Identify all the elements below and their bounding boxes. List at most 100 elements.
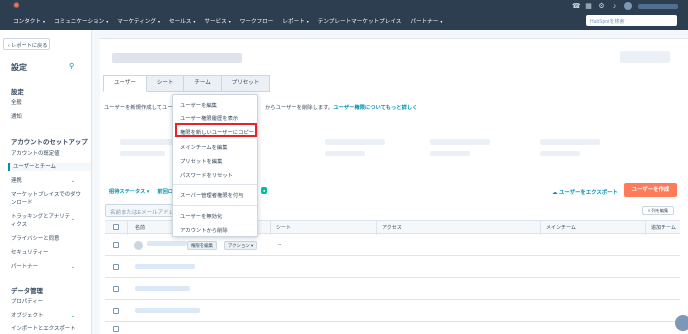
menu-communication[interactable]: コミュニケーション ▾ [54, 17, 108, 25]
column-additional-teams[interactable]: 追加チーム [651, 224, 676, 231]
top-utility-bar: ✺ ☎ ▦ ⚙ ♪ [0, 0, 688, 12]
user-name-blurred[interactable] [135, 264, 195, 269]
edit-columns-button[interactable]: ≡ 列を編集 [642, 206, 674, 215]
create-user-button[interactable]: ユーザーを作成 [624, 183, 677, 197]
column-name[interactable]: 名前 [135, 224, 145, 231]
sidebar-item-marketplace-downloads[interactable]: マーケットプレイスでのダウンロード [11, 191, 81, 207]
utility-icons: ☎ ▦ ⚙ ♪ [572, 2, 678, 10]
row-checkbox[interactable] [113, 326, 119, 332]
stat-blurred [430, 139, 490, 145]
notifications-bell-icon[interactable]: ♪ [611, 3, 618, 10]
menu-edit-user[interactable]: ユーザーを編集 [180, 101, 217, 109]
menu-deactivate-user[interactable]: ユーザーを無効化 [180, 212, 222, 220]
menu-copy-permissions-to-new-user[interactable]: 権限を新しいユーザーにコピー [180, 128, 254, 136]
search-icon[interactable]: ⚲ [69, 62, 74, 70]
tab-presets[interactable]: プリセット [221, 75, 271, 92]
back-to-reports-button[interactable]: ‹ レポートに戻る [3, 38, 50, 50]
sidebar-item-privacy-consent[interactable]: プライバシーと同意 [11, 235, 59, 243]
sidebar-item-import-export[interactable]: インポートとエクスポート [11, 325, 76, 333]
stat-blurred [325, 139, 385, 145]
menu-workflow[interactable]: ワークフロー [240, 17, 274, 25]
chevron-down-icon[interactable]: ⌄ [71, 313, 75, 319]
tab-users[interactable]: ユーザー [103, 75, 147, 92]
tab-seats[interactable]: シート [146, 75, 185, 92]
stat-blurred [120, 151, 165, 156]
section-data-management: データ管理 [11, 288, 43, 295]
tab-teams[interactable]: チーム [184, 75, 222, 92]
stat-blurred [120, 139, 180, 145]
hubspot-logo-icon[interactable]: ✺ [13, 2, 21, 10]
sidebar-item-users-and-teams[interactable]: ユーザーとチーム [8, 163, 91, 171]
column-divider [270, 221, 271, 235]
sidebar-item-partner[interactable]: パートナー [11, 263, 38, 271]
sidebar-item-security[interactable]: セキュリティー [11, 249, 48, 257]
user-name-blurred[interactable] [135, 308, 200, 313]
marketplace-icon[interactable]: ▦ [585, 3, 592, 10]
tab-bar: ユーザー シート チーム プリセット [103, 75, 271, 92]
menu-contacts[interactable]: コンタクト ▾ [13, 17, 45, 25]
table-row[interactable]: 権限を編集 アクション ▾ -- [105, 235, 680, 256]
select-all-checkbox[interactable] [113, 224, 119, 230]
sidebar-item-notifications[interactable]: 通知 [11, 113, 22, 121]
export-users-button[interactable]: ☁ ユーザーをエクスポート [552, 188, 618, 196]
top-navigation: ✺ ☎ ▦ ⚙ ♪ コンタクト ▾ コミュニケーション ▾ マーケティング ▾ セール… [0, 0, 688, 30]
column-divider [127, 221, 128, 235]
row-checkbox[interactable] [113, 242, 119, 248]
account-avatar[interactable] [624, 2, 632, 10]
sidebar-item-tracking-analytics[interactable]: トラッキングとアナリティクス [11, 213, 73, 229]
menu-grant-super-admin[interactable]: スーパー管理者権限を付与 [180, 191, 244, 199]
sidebar-item-general[interactable]: 全般 [11, 99, 22, 107]
stat-blurred [540, 139, 600, 145]
user-name-blurred[interactable] [147, 241, 187, 246]
user-name-blurred[interactable] [135, 286, 190, 291]
chevron-down-icon[interactable]: ⌄ [71, 216, 75, 222]
edit-permissions-button[interactable]: 権限を編集 [187, 241, 217, 250]
chevron-down-icon[interactable]: ⌄ [71, 264, 75, 270]
menu-remove-from-account[interactable]: アカウントから削除 [180, 226, 228, 234]
actions-button[interactable]: アクション ▾ [224, 241, 258, 250]
menu-reports[interactable]: レポート ▾ [282, 17, 308, 25]
table-row[interactable] [105, 279, 680, 300]
menu-edit-main-team[interactable]: メインチームを編集 [180, 143, 228, 151]
stat-blurred [325, 151, 365, 156]
main-menu: コンタクト ▾ コミュニケーション ▾ マーケティング ▾ セールス ▾ サービス ▾ ワ… [13, 17, 442, 25]
menu-service[interactable]: サービス ▾ [204, 17, 230, 25]
settings-sidebar: ‹ レポートに戻る 設定 ⚲ 設定 全般 通知 アカウントのセットアップ アカウ… [0, 30, 92, 334]
menu-edit-preset[interactable]: プリセットを編集 [180, 157, 222, 165]
global-search-input[interactable]: HubSpotを検索 [586, 15, 677, 26]
user-permissions-link[interactable]: ユーザー権限についてもっと詳しく [333, 105, 417, 111]
column-main-team[interactable]: メインチーム [546, 224, 576, 231]
chevron-down-icon[interactable]: ⌄ [71, 178, 75, 184]
header-action-blurred[interactable] [620, 51, 670, 63]
help-chat-icon[interactable] [675, 315, 688, 331]
row-checkbox[interactable] [113, 308, 119, 314]
menu-sales[interactable]: セールス ▾ [169, 17, 195, 25]
column-divider [645, 221, 646, 235]
column-access[interactable]: アクセス [382, 224, 402, 231]
table-row[interactable] [105, 323, 680, 334]
avatar [134, 241, 143, 250]
table-row[interactable] [105, 257, 680, 278]
account-name[interactable] [638, 3, 678, 9]
column-seat[interactable]: シート [276, 224, 291, 231]
sidebar-item-properties[interactable]: プロパティー [11, 298, 43, 306]
table-row[interactable] [105, 301, 680, 322]
settings-gear-icon[interactable]: ⚙ [598, 3, 605, 10]
column-divider [376, 221, 377, 235]
sidebar-item-integrations[interactable]: 連携 [11, 177, 22, 185]
menu-reset-password[interactable]: パスワードをリセット [180, 171, 233, 179]
sidebar-item-objects[interactable]: オブジェクト [11, 312, 43, 320]
column-divider [540, 221, 541, 235]
menu-marketing[interactable]: マーケティング ▾ [117, 17, 160, 25]
row-checkbox[interactable] [113, 264, 119, 270]
row-checkbox[interactable] [113, 286, 119, 292]
new-badge: ● [261, 187, 268, 194]
menu-view-permission-history[interactable]: ユーザー権限履歴を表示 [180, 114, 238, 122]
phone-icon[interactable]: ☎ [572, 3, 581, 10]
menu-partner[interactable]: パートナー ▾ [410, 17, 442, 25]
invite-status-filter[interactable]: 招待ステータス ▾ [109, 188, 149, 195]
sidebar-item-account-defaults[interactable]: アカウントの既定値 [11, 150, 60, 158]
last-login-filter[interactable]: 前回ロ [157, 188, 173, 195]
description-text: ユーザーを新規作成してユー [104, 105, 173, 111]
menu-template-marketplace[interactable]: テンプレートマーケットプレイス [318, 17, 402, 25]
